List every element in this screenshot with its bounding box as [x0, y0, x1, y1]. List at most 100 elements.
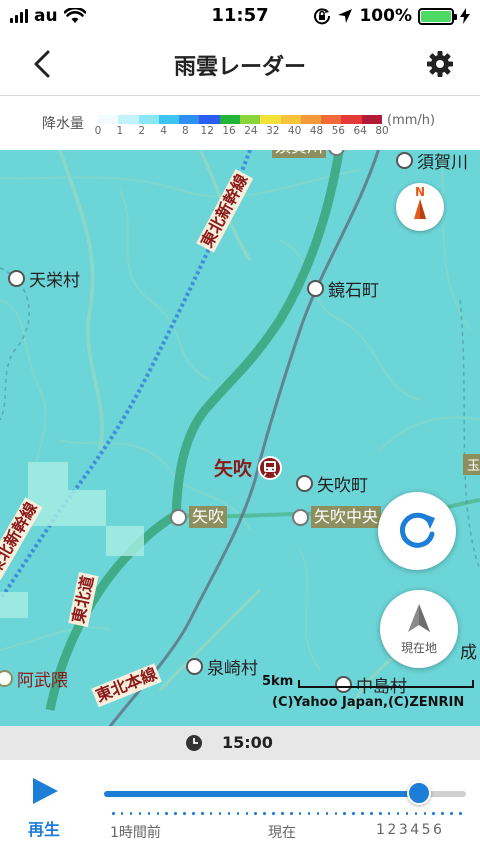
- slider-tick-dot: [209, 812, 213, 815]
- legend-tick: 16: [222, 125, 236, 137]
- place-marker: [0, 670, 13, 687]
- slider-tick-dot: [334, 812, 337, 815]
- place-label-izumizaki[interactable]: 泉崎村: [186, 654, 258, 679]
- slider-tick-dot: [405, 812, 409, 815]
- legend-color-10: [300, 115, 322, 124]
- place-marker: [296, 475, 313, 492]
- slider-tick-dot: [361, 812, 364, 815]
- legend-tick: 12: [200, 125, 214, 137]
- legend-color-8: [260, 115, 281, 124]
- scale-line: [298, 680, 474, 688]
- station-marker: [292, 508, 309, 526]
- slider-tick-dot: [227, 812, 231, 815]
- slider-tick-dot: [129, 812, 133, 815]
- train-icon: [258, 455, 283, 480]
- legend-color-1: [118, 115, 139, 124]
- tohoku-main-line: [108, 150, 380, 726]
- slider-tick-dot: [450, 812, 453, 815]
- reload-button[interactable]: [378, 492, 456, 570]
- slider-tick-dot: [414, 812, 418, 815]
- place-marker: [8, 270, 25, 287]
- playback-panel: 再生 1時間前 現在 123456: [0, 760, 480, 852]
- charging-icon: [460, 8, 470, 24]
- rain-cell: [68, 490, 106, 526]
- place-label-abukuma[interactable]: 阿武隈: [0, 666, 68, 691]
- place-label-yabuki-town[interactable]: 矢吹町: [296, 471, 368, 496]
- place-label-kagamiishi[interactable]: 鏡石町: [307, 276, 379, 301]
- place-marker: [307, 280, 324, 297]
- place-label-naru: 成: [460, 643, 477, 663]
- status-right: 100%: [313, 6, 470, 26]
- rain-cell: [106, 526, 144, 556]
- slider-tick-dot: [316, 812, 320, 815]
- slider-tick-dot: [201, 812, 204, 815]
- legend-color-13: [361, 115, 382, 124]
- play-icon: [33, 778, 58, 804]
- slider-tick-dot: [432, 812, 435, 815]
- station-label-yabuki-chuo[interactable]: 矢吹中央: [292, 506, 382, 528]
- slider-tick-dot: [272, 812, 275, 815]
- radar-time: 15:00: [222, 733, 273, 752]
- current-location-button[interactable]: 現在地: [380, 590, 458, 668]
- station-yabuki-major[interactable]: 矢吹: [214, 454, 283, 481]
- legend-ticks: 0 1 2 4 8 12 16 24 32 40 48 56 64 80: [92, 125, 389, 139]
- page-title: 雨雲レーダー: [173, 55, 306, 80]
- compass-button[interactable]: N: [396, 183, 444, 231]
- legend-tick: 4: [160, 125, 167, 137]
- tick-label-future-hours: 123456: [376, 822, 445, 838]
- slider-tick-dot: [298, 812, 302, 815]
- location-arrow-icon: [408, 604, 430, 632]
- scale-label: 5km: [262, 674, 294, 689]
- slider-thumb[interactable]: [406, 781, 431, 805]
- nav-bar: 雨雲レーダー: [0, 32, 480, 96]
- slider-tick-dot: [183, 812, 186, 815]
- orientation-lock-icon: [314, 8, 331, 25]
- legend-tick: 64: [353, 125, 367, 137]
- legend-tick: 24: [244, 125, 258, 137]
- legend-color-scale: [98, 115, 382, 124]
- station-label-tama: 玉: [463, 454, 480, 475]
- slider-tick-dot: [281, 812, 284, 815]
- legend-tick: 48: [309, 125, 324, 137]
- legend-color-3: [158, 115, 180, 124]
- place-label-sukagawa[interactable]: 須賀川: [396, 150, 468, 173]
- time-slider[interactable]: [104, 781, 466, 805]
- legend-tick: 2: [138, 125, 146, 137]
- slider-tick-dot: [441, 812, 444, 815]
- tick-label-one-hour-ago: 1時間前: [110, 825, 161, 841]
- precipitation-legend: 降水量 0 1 2 4 8 12 16 24 32 40 48 56 64 80 (mm/h): [0, 97, 480, 150]
- place-marker: [396, 152, 413, 169]
- slider-tick-dot: [112, 812, 115, 815]
- expressway-line: [45, 150, 344, 711]
- slider-tick-dot: [423, 812, 426, 815]
- slider-tick-dot: [325, 812, 329, 815]
- legend-unit: (mm/h): [387, 113, 436, 128]
- rain-cell: [28, 462, 68, 500]
- legend-color-0: [98, 115, 119, 124]
- map-scale: 5km: [262, 674, 474, 690]
- compass-needle-icon: [414, 199, 426, 219]
- map-copyright: (C)Yahoo Japan,(C)ZENRIN: [272, 695, 465, 710]
- clock-icon: [186, 735, 202, 751]
- slider-tick-dot: [290, 812, 293, 815]
- battery-icon: [418, 7, 457, 25]
- slider-tick-dot: [174, 812, 177, 815]
- slider-tick-dot: [218, 812, 222, 815]
- legend-tick: 1: [116, 125, 124, 137]
- place-label-tenei[interactable]: 天栄村: [8, 266, 80, 291]
- place-marker: [186, 658, 203, 675]
- status-bar: au 11:57 100%: [0, 0, 480, 32]
- legend-color-5: [199, 115, 220, 124]
- settings-button[interactable]: [424, 48, 456, 80]
- legend-color-4: [179, 115, 200, 124]
- slider-tick-dot: [147, 812, 151, 815]
- station-label-yabuki[interactable]: 矢吹: [170, 506, 228, 528]
- rain-cell: [0, 592, 28, 618]
- slider-tick-dot: [263, 812, 266, 815]
- radar-map[interactable]: 東北新幹線 東北新幹線 東北本線 東北道 須賀川 須賀川 天栄村 鏡石町 矢吹: [0, 150, 480, 726]
- slider-tick-dot: [396, 812, 400, 815]
- slider-tick-dot: [370, 812, 373, 815]
- play-button[interactable]: [30, 776, 60, 806]
- slider-tick-dot: [352, 812, 355, 815]
- legend-color-9: [280, 115, 301, 124]
